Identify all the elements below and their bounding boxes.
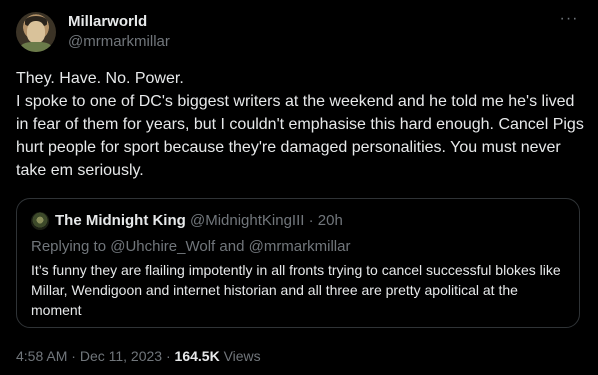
footer-separator-1: · <box>71 348 76 364</box>
tweet-date[interactable]: Dec 11, 2023 <box>80 348 162 364</box>
tweet-text: They. Have. No. Power. I spoke to one of… <box>16 70 584 179</box>
quoted-tweet[interactable]: The Midnight King @MidnightKingIII · 20h… <box>16 198 580 328</box>
quoted-tweet-header: The Midnight King @MidnightKingIII · 20h <box>55 212 343 229</box>
replying-to-user-1[interactable]: @Uhchire_Wolf <box>110 238 215 255</box>
views-count[interactable]: 164.5K <box>175 348 220 364</box>
quoted-meta-separator: · <box>308 212 314 229</box>
author-avatar[interactable] <box>16 12 56 52</box>
quoted-author-display-name[interactable]: The Midnight King <box>55 212 186 229</box>
quoted-tweet-time[interactable]: 20h <box>318 212 343 229</box>
replying-to-and: and <box>215 238 249 255</box>
tweet-footer: 4:58 AM · Dec 11, 2023 · 164.5K Views <box>16 348 261 364</box>
more-options-icon[interactable]: ··· <box>558 11 580 32</box>
avatar-face <box>27 21 45 43</box>
author-display-name[interactable]: Millarworld <box>68 13 147 30</box>
views-label: Views <box>223 348 261 364</box>
author-handle[interactable]: @mrmarkmillar <box>68 33 170 50</box>
quoted-replying-to: Replying to @Uhchire_Wolf and @mrmarkmil… <box>31 238 350 255</box>
quoted-author-handle[interactable]: @MidnightKingIII <box>190 212 304 229</box>
replying-to-user-2[interactable]: @mrmarkmillar <box>249 238 351 255</box>
footer-separator-2: · <box>165 348 171 364</box>
quoted-tweet-text: It’s funny they are flailing impotently … <box>31 262 561 318</box>
quoted-author-avatar[interactable] <box>31 212 49 230</box>
tweet-time[interactable]: 4:58 AM <box>16 348 67 364</box>
tweet-card: Millarworld @mrmarkmillar ··· They. Have… <box>0 0 598 375</box>
avatar-shirt <box>20 42 52 52</box>
replying-to-prefix: Replying to <box>31 238 111 255</box>
